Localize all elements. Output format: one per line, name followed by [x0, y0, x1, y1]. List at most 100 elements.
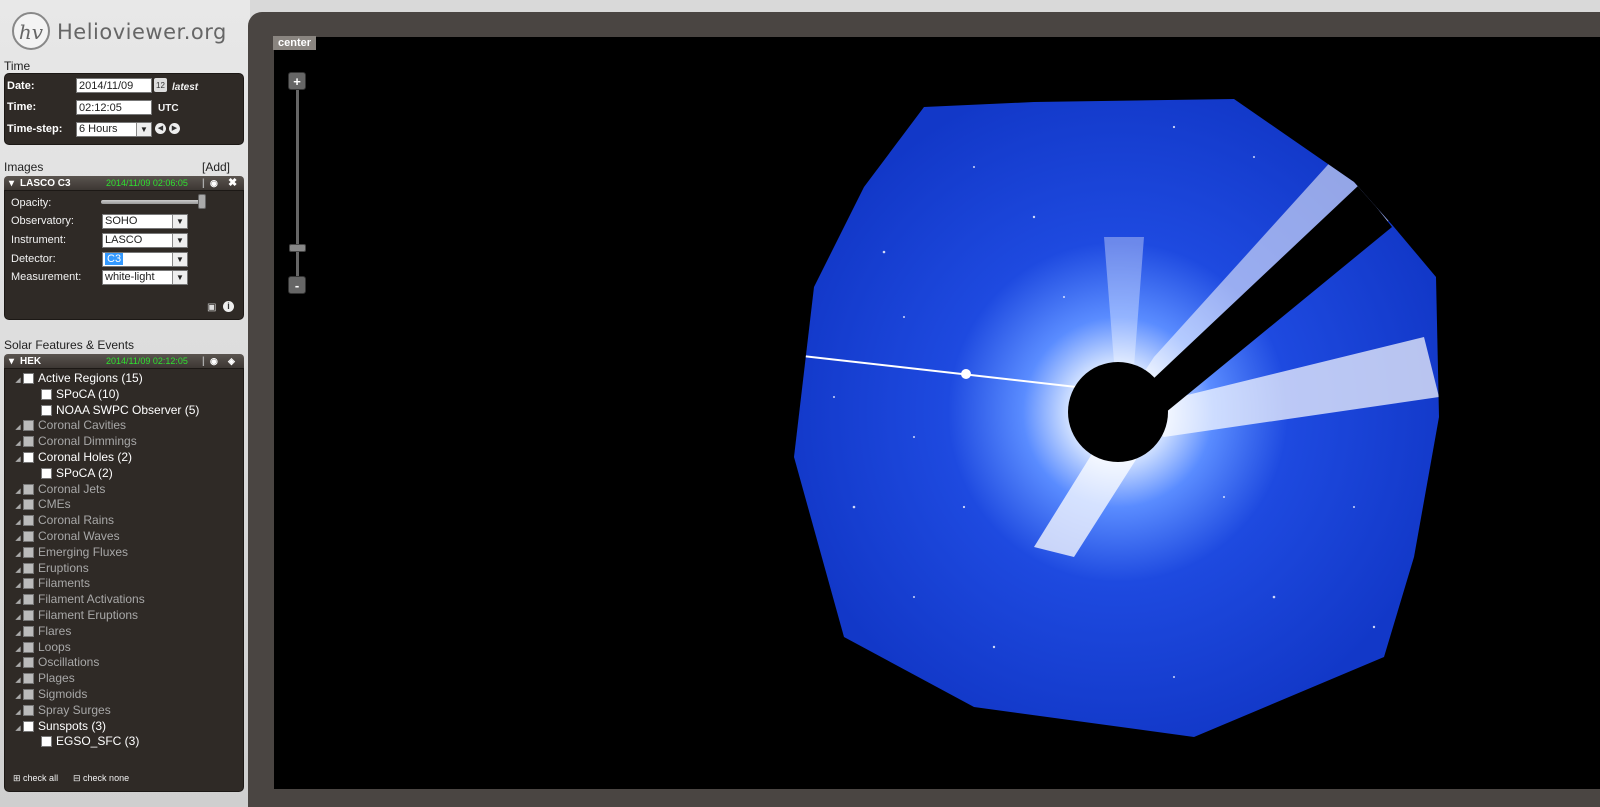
expand-triangle-icon[interactable]: ◢: [13, 689, 23, 704]
back-arrow-icon[interactable]: ◀: [155, 123, 166, 134]
feature-tree-item[interactable]: ◢ Active Regions (15): [13, 371, 142, 388]
feature-checkbox[interactable]: [23, 452, 34, 463]
zoom-out-button[interactable]: -: [288, 276, 306, 294]
image-download-icon[interactable]: ▣: [207, 302, 216, 313]
expand-triangle-icon[interactable]: ◢: [13, 531, 23, 546]
feature-checkbox[interactable]: [23, 483, 34, 495]
collapse-triangle-icon[interactable]: ▾: [9, 176, 14, 191]
feature-checkbox[interactable]: [23, 625, 34, 637]
hek-layer-header[interactable]: ▾ HEK 2014/11/09 02:12:05 | ◉ ◈: [4, 354, 244, 369]
lasco-layer-header[interactable]: ▾ LASCO C3 2014/11/09 02:06:05 | ◉ ✖: [4, 176, 244, 191]
measurement-select[interactable]: white-light ▼: [102, 270, 188, 285]
feature-checkbox[interactable]: [23, 689, 34, 700]
instrument-select[interactable]: LASCO ▼: [102, 233, 188, 248]
expand-triangle-icon[interactable]: ◢: [13, 721, 23, 736]
expand-triangle-icon[interactable]: ◢: [13, 484, 23, 499]
add-layer-link[interactable]: [Add]: [202, 160, 230, 174]
check-all-link[interactable]: ⊞ check all: [13, 773, 58, 784]
expand-triangle-icon[interactable]: ◢: [13, 515, 23, 530]
latest-link[interactable]: latest: [172, 82, 198, 93]
expand-triangle-icon[interactable]: ◢: [13, 452, 23, 467]
expand-triangle-icon[interactable]: ◢: [13, 436, 23, 451]
feature-tree-item[interactable]: ◢ Emerging Fluxes: [13, 545, 128, 560]
expand-triangle-icon[interactable]: ◢: [13, 626, 23, 641]
feature-tree-item[interactable]: ◢ Coronal Rains: [13, 513, 114, 528]
feature-checkbox[interactable]: [23, 673, 34, 685]
expand-triangle-icon[interactable]: ◢: [13, 610, 23, 625]
expand-triangle-icon[interactable]: ◢: [13, 657, 23, 672]
feature-checkbox[interactable]: [23, 373, 34, 384]
opacity-slider-handle[interactable]: [198, 194, 206, 209]
feature-checkbox[interactable]: [23, 610, 34, 621]
feature-checkbox[interactable]: [23, 531, 34, 542]
feature-checkbox[interactable]: [23, 657, 34, 669]
remove-layer-icon[interactable]: ✖: [228, 176, 237, 191]
feature-checkbox[interactable]: [23, 704, 34, 716]
forward-arrow-icon[interactable]: ▶: [169, 123, 180, 134]
feature-tree-item[interactable]: SPoCA (10): [41, 387, 119, 402]
feature-checkbox[interactable]: [23, 546, 34, 558]
feature-checkbox[interactable]: [23, 578, 34, 590]
feature-tree-item[interactable]: NOAA SWPC Observer (5): [41, 403, 199, 418]
feature-checkbox[interactable]: [41, 388, 52, 400]
zoom-slider-handle[interactable]: [289, 244, 306, 252]
expand-triangle-icon[interactable]: ◢: [13, 563, 23, 578]
visibility-eye-icon[interactable]: ◉: [210, 176, 218, 191]
feature-tree-item[interactable]: ◢ Coronal Waves: [13, 529, 119, 546]
info-icon[interactable]: i: [223, 301, 234, 312]
feature-tree-item[interactable]: ◢ Coronal Jets: [13, 482, 105, 497]
feature-checkbox[interactable]: [41, 736, 52, 748]
calendar-icon[interactable]: 12: [154, 78, 167, 92]
lasco-c3-coronagraph-image[interactable]: [274, 37, 1600, 789]
feature-checkbox[interactable]: [23, 499, 34, 511]
feature-tree-item[interactable]: ◢ Sunspots (3): [13, 719, 106, 734]
expand-triangle-icon[interactable]: ◢: [13, 673, 23, 688]
feature-checkbox[interactable]: [23, 436, 34, 448]
feature-tree-item[interactable]: ◢ Coronal Holes (2): [13, 450, 132, 465]
feature-checkbox[interactable]: [23, 594, 34, 606]
check-none-link[interactable]: ⊟ check none: [73, 773, 129, 784]
expand-triangle-icon[interactable]: ◢: [13, 578, 23, 593]
image-viewport[interactable]: [274, 37, 1600, 789]
feature-tree-item[interactable]: ◢ Eruptions: [13, 561, 88, 578]
expand-triangle-icon[interactable]: ◢: [13, 547, 23, 562]
center-button[interactable]: center: [273, 36, 317, 50]
feature-tree-item[interactable]: SPoCA (2): [41, 466, 113, 481]
tag-icon[interactable]: ◈: [228, 354, 235, 369]
feature-tree-item[interactable]: ◢ Spray Surges: [13, 703, 110, 720]
helioviewer-logo-icon[interactable]: hv: [12, 12, 50, 50]
time-input[interactable]: 02:12:05: [76, 100, 152, 115]
detector-select[interactable]: C3 ▼: [102, 252, 188, 267]
feature-checkbox[interactable]: [23, 720, 34, 732]
visibility-eye-icon[interactable]: ◉: [210, 354, 218, 369]
feature-checkbox[interactable]: [23, 515, 34, 527]
feature-tree-item[interactable]: ◢ Filaments: [13, 576, 90, 591]
date-input[interactable]: 2014/11/09: [76, 78, 152, 93]
feature-checkbox[interactable]: [23, 420, 34, 432]
expand-triangle-icon[interactable]: ◢: [13, 373, 23, 388]
feature-tree-item[interactable]: ◢ Coronal Dimmings: [13, 434, 136, 451]
feature-tree-item[interactable]: ◢ Loops: [13, 640, 70, 657]
opacity-slider[interactable]: [101, 200, 205, 204]
timestep-select[interactable]: 6 Hours ▼: [76, 122, 152, 137]
feature-checkbox[interactable]: [23, 641, 34, 653]
feature-checkbox[interactable]: [41, 467, 52, 479]
expand-triangle-icon[interactable]: ◢: [13, 420, 23, 435]
feature-tree-item[interactable]: ◢ Sigmoids: [13, 687, 87, 702]
feature-tree-item[interactable]: ◢ Filament Activations: [13, 592, 144, 609]
feature-tree-item[interactable]: ◢ Flares: [13, 624, 71, 639]
collapse-triangle-icon[interactable]: ▾: [9, 354, 14, 369]
feature-tree-item[interactable]: ◢ Coronal Cavities: [13, 418, 126, 433]
expand-triangle-icon[interactable]: ◢: [13, 594, 23, 609]
expand-triangle-icon[interactable]: ◢: [13, 642, 23, 657]
expand-triangle-icon[interactable]: ◢: [13, 705, 23, 720]
observatory-select[interactable]: SOHO ▼: [102, 214, 188, 229]
feature-tree-item[interactable]: ◢ Oscillations: [13, 655, 99, 670]
expand-triangle-icon[interactable]: ◢: [13, 499, 23, 514]
feature-tree-item[interactable]: ◢ CMEs: [13, 497, 70, 514]
feature-checkbox[interactable]: [41, 404, 52, 416]
feature-tree-item[interactable]: EGSO_SFC (3): [41, 734, 139, 749]
feature-tree-item[interactable]: ◢ Plages: [13, 671, 74, 688]
zoom-in-button[interactable]: +: [288, 72, 306, 90]
feature-tree-item[interactable]: ◢ Filament Eruptions: [13, 608, 138, 623]
